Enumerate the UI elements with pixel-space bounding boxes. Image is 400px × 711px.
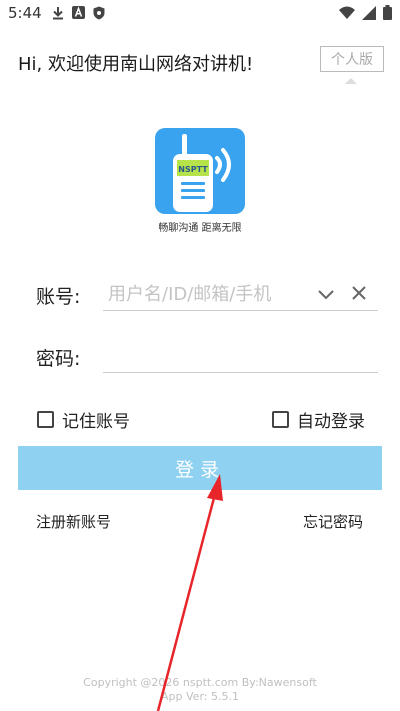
login-button[interactable]: 登录 xyxy=(18,446,382,490)
account-underline xyxy=(103,310,378,311)
forgot-password-link[interactable]: 忘记密码 xyxy=(303,511,363,532)
app-logo: NSPTT xyxy=(155,128,245,214)
remember-label: 记住账号 xyxy=(62,412,130,432)
password-label: 密码: xyxy=(36,348,81,370)
autologin-label: 自动登录 xyxy=(297,412,365,432)
remember-checkbox-box[interactable] xyxy=(37,411,54,428)
auto-login-checkbox[interactable]: 自动登录 xyxy=(272,407,365,432)
autologin-checkbox-box[interactable] xyxy=(272,411,289,428)
greeting-text: Hi, 欢迎使用南山网络对讲机! xyxy=(18,54,254,75)
password-underline xyxy=(103,372,378,373)
battery-icon xyxy=(383,5,392,20)
register-link[interactable]: 注册新账号 xyxy=(36,511,111,532)
walkie-talkie-icon: NSPTT xyxy=(173,134,231,212)
footer-copyright: Copyright @2026 nsptt.com By:Nawensoft xyxy=(83,676,317,689)
personal-pointer-icon xyxy=(345,78,357,84)
remember-account-checkbox[interactable]: 记住账号 xyxy=(37,407,130,432)
account-input[interactable] xyxy=(104,278,302,310)
status-time: 5:44 xyxy=(8,4,42,22)
footer-version: App Ver: 5.5.1 xyxy=(161,690,239,703)
shield-icon xyxy=(93,6,105,20)
wifi-icon xyxy=(339,6,355,19)
system-icons xyxy=(339,5,392,20)
close-icon[interactable] xyxy=(350,284,368,302)
chevron-down-icon[interactable] xyxy=(316,285,336,303)
password-input[interactable] xyxy=(104,340,380,374)
personal-edition-button[interactable]: 个人版 xyxy=(320,46,384,72)
logo-badge-text: NSPTT xyxy=(178,165,208,174)
app-a-icon xyxy=(72,6,85,19)
download-icon xyxy=(53,7,63,20)
signal-icon xyxy=(362,5,376,20)
slogan-text: 畅聊沟通 距离无限 xyxy=(158,223,242,234)
account-label: 账号: xyxy=(36,286,81,308)
status-bar: 5:44 xyxy=(0,0,400,26)
notification-icons xyxy=(52,6,105,20)
